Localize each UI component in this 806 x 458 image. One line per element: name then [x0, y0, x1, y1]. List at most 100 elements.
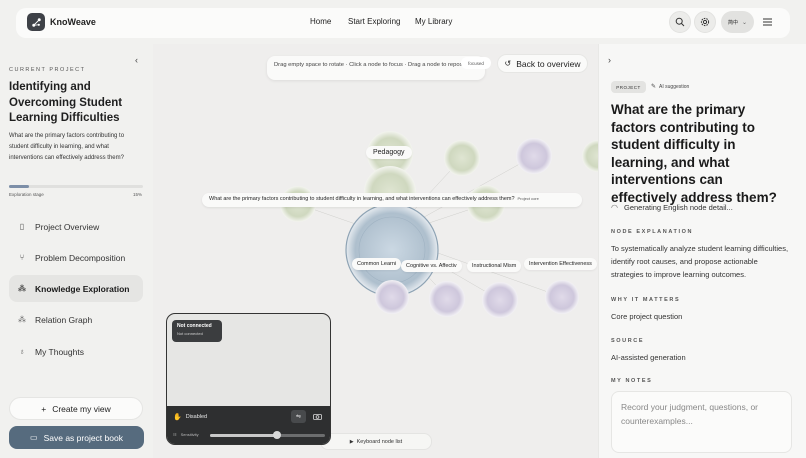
- generating-status: ◠ Generating English node detail...: [611, 203, 733, 212]
- nav-my-library[interactable]: My Library: [415, 17, 452, 26]
- camera-status: Not connected Not connected: [172, 320, 222, 342]
- bulb-icon: ♁: [19, 347, 25, 356]
- create-view-button[interactable]: + Create my view: [9, 397, 143, 420]
- my-notes-label: MY NOTES: [611, 378, 653, 384]
- why-it-matters-text: Core project question: [611, 312, 683, 321]
- menu-button[interactable]: [757, 13, 777, 31]
- project-title: Identifying and Overcoming Student Learn…: [9, 81, 123, 124]
- sensitivity-slider[interactable]: [210, 431, 325, 439]
- node-purple-3[interactable]: [429, 281, 465, 317]
- book-icon: ▯: [19, 222, 25, 231]
- gesture-toggle[interactable]: ✋ Disabled: [173, 413, 207, 421]
- stage-label: Exploration stage: [9, 192, 44, 197]
- node-label-instructional[interactable]: Instructional Mism: [467, 260, 522, 272]
- sensitivity-label: Sensitivity: [180, 432, 199, 437]
- gear-icon: [700, 17, 710, 27]
- project-description: What are the primary factors contributin…: [9, 133, 125, 161]
- search-button[interactable]: [669, 11, 691, 33]
- camera-widget: Not connected Not connected ✋ Disabled ⇋…: [166, 313, 331, 445]
- sparkle-icon: ✎: [651, 84, 657, 90]
- node-label-cognitive[interactable]: Cognitive vs. Affectiv: [401, 260, 462, 272]
- save-project-book-button[interactable]: ▭ Save as project book: [9, 426, 144, 449]
- core-tag: Project core: [517, 196, 539, 201]
- node-explanation-label: NODE EXPLANATION: [611, 229, 694, 235]
- node-label-core-question[interactable]: What are the primary factors contributin…: [202, 193, 582, 207]
- node-purple-1[interactable]: [516, 138, 552, 174]
- node-green-3[interactable]: [582, 140, 598, 172]
- language-select[interactable]: 简中 ⌄: [721, 11, 754, 33]
- language-label: 简中: [727, 19, 738, 26]
- canvas-hint: Drag empty space to rotate · Click a nod…: [267, 56, 485, 80]
- sidebar-item-label: Relation Graph: [35, 314, 93, 325]
- source-text: AI-assisted generation: [611, 353, 686, 362]
- core-question-text: What are the primary factors contributin…: [209, 196, 515, 202]
- keyboard-node-list-button[interactable]: ▶ Keyboard node list: [320, 433, 432, 450]
- search-icon: [675, 17, 685, 27]
- sidebar-item-relation-graph[interactable]: ⁂ Relation Graph: [9, 306, 143, 333]
- refresh-icon: ↺: [504, 59, 512, 68]
- notes-placeholder: Record your judgment, questions, or coun…: [621, 402, 759, 426]
- back-label: Back to overview: [516, 58, 581, 69]
- stage-percent: 15%: [133, 192, 143, 197]
- sidebar-item-label: My Thoughts: [35, 346, 84, 357]
- ai-suggestion-badge: ✎ AI suggestion: [651, 83, 690, 91]
- branch-icon: ⑂: [19, 253, 25, 262]
- node-label-common[interactable]: Common Learni: [352, 258, 402, 270]
- menu-icon: [762, 18, 772, 26]
- source-label: SOURCE: [611, 338, 645, 344]
- chevron-down-icon: ⌄: [741, 19, 748, 26]
- focused-badge: focused: [461, 57, 491, 69]
- node-label-intervention[interactable]: Intervention Effectiveness: [524, 258, 597, 270]
- disabled-label: Disabled: [185, 414, 208, 420]
- notes-input[interactable]: Record your judgment, questions, or coun…: [611, 391, 792, 453]
- save-book-label: Save as project book: [43, 432, 123, 443]
- node-label-pedagogy[interactable]: Pedagogy: [366, 146, 412, 159]
- create-view-label: Create my view: [52, 403, 111, 414]
- hand-icon: ✋: [173, 414, 182, 421]
- exploration-progress-bar: [9, 185, 143, 188]
- node-explanation-text: To systematically analyze student learni…: [611, 244, 789, 279]
- nav-home[interactable]: Home: [310, 17, 331, 26]
- node-purple-5[interactable]: [545, 280, 579, 314]
- sliders-icon: ☷: [173, 432, 177, 437]
- sidebar-item-label: Project Overview: [35, 221, 100, 232]
- collapse-left-icon[interactable]: ‹: [135, 55, 138, 65]
- slider-fill: [210, 434, 277, 437]
- camera-icon: [313, 414, 322, 420]
- sidebar-item-label: Problem Decomposition: [35, 252, 126, 263]
- settings-button[interactable]: [694, 11, 716, 33]
- app-name[interactable]: KnoWeave: [50, 17, 96, 27]
- slider-knob[interactable]: [272, 431, 281, 439]
- play-icon: ▶: [349, 438, 354, 445]
- generating-label: Generating English node detail...: [623, 203, 733, 212]
- camera-button[interactable]: [310, 410, 325, 423]
- node-purple-4[interactable]: [482, 282, 518, 318]
- nav-start-exploring[interactable]: Start Exploring: [348, 17, 400, 26]
- weave-logo-icon: [31, 17, 41, 27]
- project-pill: PROJECT: [611, 81, 646, 93]
- sidebar-item-project-overview[interactable]: ▯ Project Overview: [9, 213, 143, 240]
- sidebar-item-my-thoughts[interactable]: ♁ My Thoughts: [9, 338, 143, 365]
- current-project-label: CURRENT PROJECT: [9, 67, 86, 73]
- logo[interactable]: [27, 13, 45, 31]
- sidebar-item-problem-decomposition[interactable]: ⑂ Problem Decomposition: [9, 244, 143, 271]
- collapse-right-icon[interactable]: ›: [608, 55, 611, 65]
- node-green-2[interactable]: [444, 140, 480, 176]
- sensitivity-row: ☷ Sensitivity: [173, 432, 199, 437]
- book-icon: ▭: [30, 433, 38, 442]
- network-icon: ⁂: [18, 284, 26, 293]
- flip-icon: ⇋: [295, 414, 302, 420]
- back-to-overview-button[interactable]: ↺ Back to overview: [497, 54, 588, 73]
- detail-title: What are the primary factors contributin…: [611, 102, 777, 205]
- graph-icon: ⁂: [18, 315, 26, 324]
- sidebar-item-knowledge-exploration[interactable]: ⁂ Knowledge Exploration: [9, 275, 143, 302]
- ai-suggestion-label: AI suggestion: [659, 83, 690, 90]
- camera-status-sub: Not connected: [177, 331, 203, 336]
- camera-status-title: Not connected: [177, 323, 212, 329]
- node-purple-2[interactable]: [375, 280, 409, 314]
- progress-fill: [9, 185, 30, 188]
- flip-button[interactable]: ⇋: [291, 410, 306, 423]
- why-it-matters-label: WHY IT MATTERS: [611, 297, 681, 303]
- top-bar: KnoWeave Home Start Exploring My Library…: [16, 8, 790, 38]
- sidebar-item-label: Knowledge Exploration: [35, 283, 130, 294]
